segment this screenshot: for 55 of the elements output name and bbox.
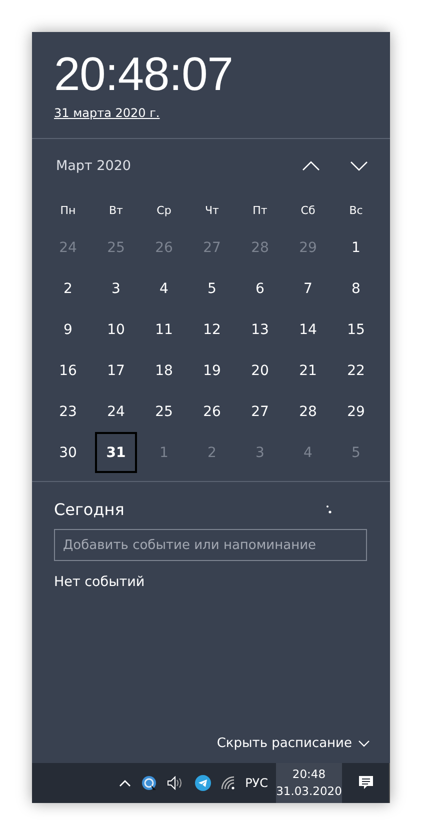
taskbar-clock[interactable]: 20:48 31.03.2020 <box>276 763 342 803</box>
calendar-day[interactable]: 20 <box>239 350 281 391</box>
calendar-day[interactable]: 4 <box>143 268 185 309</box>
chevron-down-icon <box>350 161 368 171</box>
calendar-day[interactable]: 28 <box>287 391 329 432</box>
calendar-day[interactable]: 23 <box>47 391 89 432</box>
calendar-day[interactable]: 26 <box>191 391 233 432</box>
calendar-day[interactable]: 8 <box>335 268 377 309</box>
calendar-day[interactable]: 27 <box>239 391 281 432</box>
calendar-day[interactable]: 10 <box>95 309 137 350</box>
weekday-label: Вс <box>348 203 364 219</box>
calendar-day[interactable]: 9 <box>47 309 89 350</box>
calendar-day[interactable]: 12 <box>191 309 233 350</box>
calendar-day[interactable]: 21 <box>287 350 329 391</box>
calendar-day[interactable]: 2 <box>47 268 89 309</box>
month-label: Март 2020 <box>56 158 132 174</box>
weekday-label: Ср <box>156 203 172 219</box>
add-event-field[interactable]: Добавить событие или напоминание <box>54 529 367 561</box>
language-indicator[interactable]: РУС <box>245 776 268 790</box>
calendar-day[interactable]: 31 <box>95 432 137 473</box>
weekday-label: Сб <box>300 203 316 219</box>
chevron-up-icon <box>302 161 320 171</box>
wifi-icon[interactable] <box>221 776 236 790</box>
calendar-day[interactable]: 13 <box>239 309 281 350</box>
calendar-day[interactable]: 1 <box>335 227 377 268</box>
telegram-icon[interactable] <box>195 775 212 791</box>
calendar-day[interactable]: 18 <box>143 350 185 391</box>
calendar-day[interactable]: 19 <box>191 350 233 391</box>
calendar-day[interactable]: 22 <box>335 350 377 391</box>
calendar-day[interactable]: 17 <box>95 350 137 391</box>
calendar-day[interactable]: 24 <box>95 391 137 432</box>
calendar-day[interactable]: 15 <box>335 309 377 350</box>
calendar-day[interactable]: 14 <box>287 309 329 350</box>
message-icon <box>358 775 374 791</box>
hide-schedule-button[interactable]: Скрыть расписание <box>216 736 370 751</box>
calendar-day[interactable]: 3 <box>95 268 137 309</box>
loading-icon <box>326 504 332 514</box>
calendar-day[interactable]: 29 <box>335 391 377 432</box>
calendar-day[interactable]: 30 <box>47 432 89 473</box>
calendar-day[interactable]: 16 <box>47 350 89 391</box>
chevron-down-icon <box>358 740 370 747</box>
agenda-title: Сегодня <box>54 500 124 518</box>
calendar-day[interactable]: 6 <box>239 268 281 309</box>
weekday-label: Пт <box>252 203 268 219</box>
calendar-day[interactable]: 25 <box>143 391 185 432</box>
calendar-day[interactable]: 7 <box>287 268 329 309</box>
clock-time: 20:48:07 <box>54 46 233 102</box>
weekday-label: Пн <box>59 203 77 219</box>
weekday-label: Вт <box>108 203 124 219</box>
calendar-day[interactable]: 5 <box>191 268 233 309</box>
date-link[interactable]: 31 марта 2020 г. <box>54 106 160 120</box>
calendar-day[interactable]: 11 <box>143 309 185 350</box>
weekday-label: Чт <box>204 203 220 219</box>
no-events-text: Нет событий <box>54 574 146 590</box>
show-hidden-icons-icon[interactable] <box>119 779 132 787</box>
